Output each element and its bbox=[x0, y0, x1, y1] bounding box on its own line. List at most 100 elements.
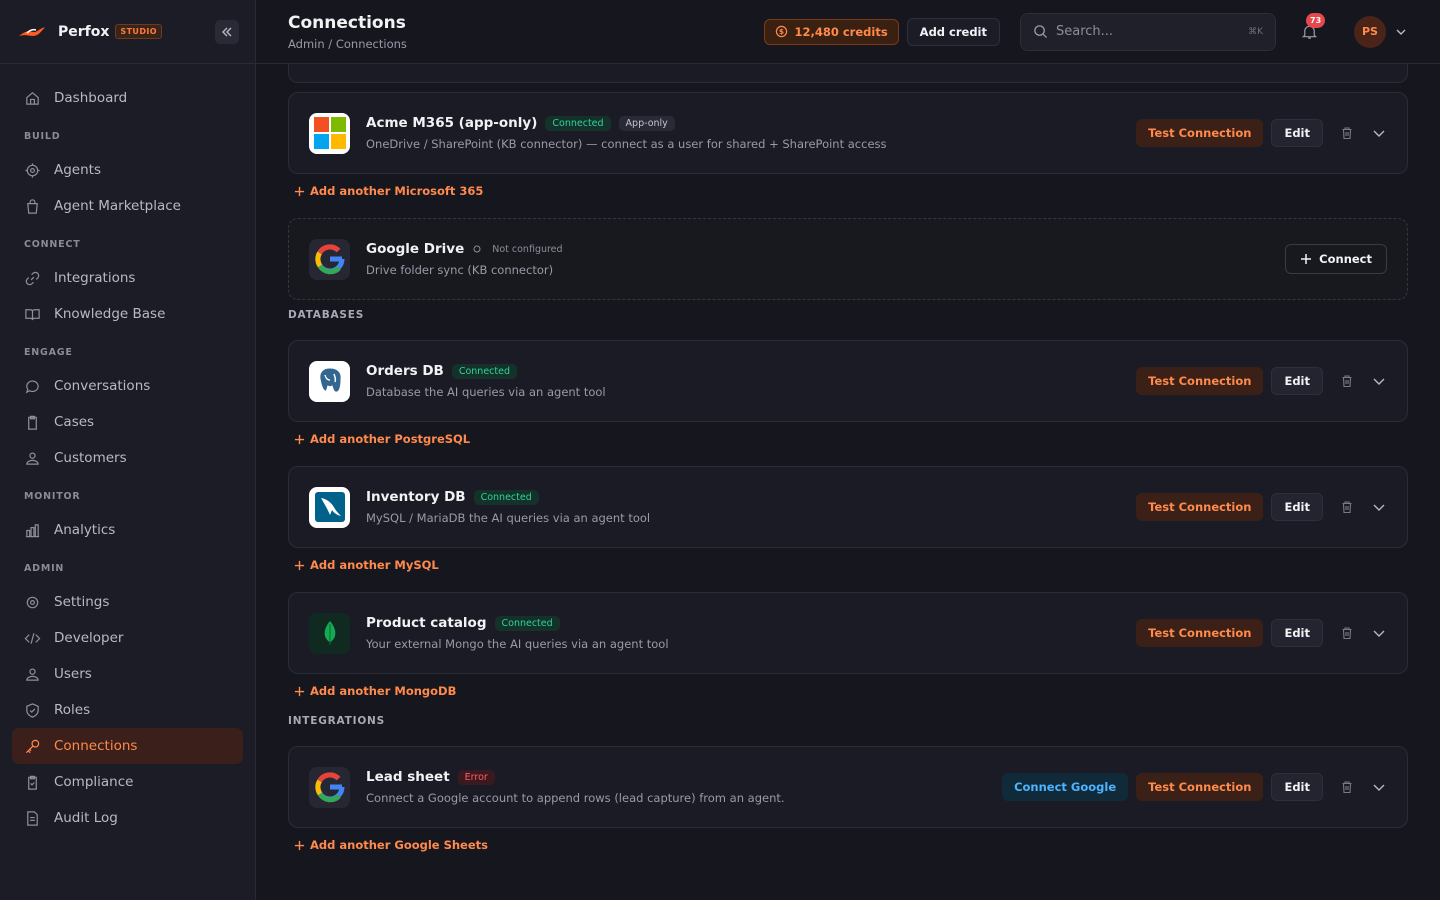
sidebar-item-cases[interactable]: Cases bbox=[12, 404, 243, 440]
user-group-icon bbox=[26, 452, 39, 465]
add-another-mongodb-link[interactable]: Add another MongoDB bbox=[294, 684, 456, 698]
trash-icon bbox=[1342, 127, 1352, 140]
mongodb-logo-icon bbox=[309, 612, 350, 654]
status-badge: Not configured bbox=[492, 243, 563, 255]
sidebar-item-dashboard[interactable]: Dashboard bbox=[12, 80, 243, 116]
search-shortcut: ⌘K bbox=[1248, 26, 1263, 37]
test-connection-button[interactable]: Test Connection bbox=[1136, 119, 1264, 147]
sidebar-item-settings[interactable]: Settings bbox=[12, 584, 243, 620]
expand-button[interactable] bbox=[1371, 499, 1387, 515]
sidebar-item-users[interactable]: Users bbox=[12, 656, 243, 692]
brand: Perfox STUDIO bbox=[0, 0, 255, 64]
connection-description: Your external Mongo the AI queries via a… bbox=[366, 637, 669, 651]
chevron-down-icon bbox=[1373, 504, 1385, 511]
sidebar-item-developer[interactable]: Developer bbox=[12, 620, 243, 656]
delete-button[interactable] bbox=[1339, 625, 1355, 641]
sidebar-item-label: Dashboard bbox=[54, 90, 128, 106]
credits-balance[interactable]: $ 12,480 credits bbox=[764, 18, 899, 45]
sidebar-item-label: Integrations bbox=[54, 270, 136, 286]
app-name: Perfox bbox=[58, 23, 110, 40]
sidebar-item-label: Users bbox=[54, 666, 92, 682]
plus-icon bbox=[294, 434, 305, 444]
delete-button[interactable] bbox=[1339, 499, 1355, 515]
test-connection-button[interactable]: Test Connection bbox=[1136, 493, 1264, 521]
microsoft-logo-icon bbox=[309, 112, 350, 154]
notifications-button[interactable]: 73 bbox=[1298, 12, 1326, 43]
auth-mode-badge: App-only bbox=[618, 115, 675, 131]
add-credit-button[interactable]: Add credit bbox=[906, 17, 1000, 46]
sidebar-item-connections[interactable]: Connections bbox=[12, 728, 243, 764]
sidebar-item-roles[interactable]: Roles bbox=[12, 692, 243, 728]
add-another-m365-link[interactable]: Add another Microsoft 365 bbox=[294, 184, 483, 198]
test-connection-button[interactable]: Test Connection bbox=[1136, 367, 1264, 395]
home-icon bbox=[26, 91, 39, 105]
search-icon bbox=[1034, 25, 1048, 39]
sidebar-item-marketplace[interactable]: Agent Marketplace bbox=[12, 188, 243, 224]
bar-chart-icon bbox=[25, 523, 40, 537]
chevron-down-icon[interactable] bbox=[1394, 25, 1408, 39]
sidebar-item-label: Agent Marketplace bbox=[54, 198, 181, 214]
delete-button[interactable] bbox=[1339, 779, 1355, 795]
expand-button[interactable] bbox=[1371, 625, 1387, 641]
sidebar-item-agents[interactable]: Agents bbox=[12, 152, 243, 188]
connection-description: Drive folder sync (KB connector) bbox=[366, 263, 554, 277]
sidebar-item-knowledge-base[interactable]: Knowledge Base bbox=[12, 296, 243, 332]
search-input[interactable] bbox=[1056, 24, 1226, 39]
connection-description: Database the AI queries via an agent too… bbox=[366, 385, 606, 399]
connection-title: Lead sheet bbox=[366, 769, 450, 785]
page-title: Connections bbox=[288, 12, 406, 33]
perfox-logo-icon bbox=[19, 26, 45, 36]
add-another-mysql-link[interactable]: Add another MySQL bbox=[294, 558, 439, 572]
plus-icon bbox=[294, 186, 305, 196]
add-link-label: Add another Microsoft 365 bbox=[310, 184, 484, 198]
status-badge: Connected bbox=[545, 115, 611, 131]
app-badge: STUDIO bbox=[115, 24, 162, 39]
status-badge: Connected bbox=[451, 363, 517, 379]
trash-icon bbox=[1342, 781, 1352, 794]
nav-section-engage: ENGAGE bbox=[24, 347, 73, 358]
add-link-label: Add another MySQL bbox=[310, 558, 439, 572]
sidebar-item-label: Developer bbox=[54, 630, 124, 646]
trash-icon bbox=[1342, 501, 1352, 514]
edit-button[interactable]: Edit bbox=[1271, 773, 1323, 801]
delete-button[interactable] bbox=[1339, 373, 1355, 389]
connection-title: Inventory DB bbox=[366, 489, 466, 505]
sidebar-item-audit-log[interactable]: Audit Log bbox=[12, 800, 243, 836]
connection-title: Product catalog bbox=[366, 615, 487, 631]
sidebar-item-label: Customers bbox=[54, 450, 127, 466]
status-badge: Error bbox=[457, 769, 495, 785]
connection-card-orders-db: Orders DB Connected Database the AI quer… bbox=[288, 340, 1408, 422]
circle-status-icon bbox=[473, 245, 481, 253]
google-logo-icon bbox=[309, 238, 350, 280]
notification-count-badge: 73 bbox=[1306, 12, 1326, 28]
sidebar-item-customers[interactable]: Customers bbox=[12, 440, 243, 476]
connect-google-button[interactable]: Connect Google bbox=[1002, 773, 1129, 801]
edit-button[interactable]: Edit bbox=[1271, 619, 1323, 647]
edit-button[interactable]: Edit bbox=[1271, 493, 1323, 521]
chevron-down-icon bbox=[1373, 378, 1385, 385]
user-avatar[interactable]: PS bbox=[1354, 15, 1386, 48]
add-another-postgresql-link[interactable]: Add another PostgreSQL bbox=[294, 432, 470, 446]
plus-icon bbox=[294, 686, 305, 696]
connection-card-inventory-db: Inventory DB Connected MySQL / MariaDB t… bbox=[288, 466, 1408, 548]
sidebar-item-integrations[interactable]: Integrations bbox=[12, 260, 243, 296]
sidebar-item-compliance[interactable]: Compliance bbox=[12, 764, 243, 800]
edit-button[interactable]: Edit bbox=[1271, 119, 1323, 147]
expand-button[interactable] bbox=[1371, 373, 1387, 389]
connect-button[interactable]: Connect bbox=[1285, 244, 1387, 274]
expand-button[interactable] bbox=[1371, 125, 1387, 141]
coin-icon: $ bbox=[776, 25, 788, 38]
clipboard-icon bbox=[28, 415, 37, 430]
test-connection-button[interactable]: Test Connection bbox=[1136, 773, 1264, 801]
edit-button[interactable]: Edit bbox=[1271, 367, 1323, 395]
add-another-google-sheets-link[interactable]: Add another Google Sheets bbox=[294, 838, 488, 852]
chevron-down-icon bbox=[1373, 630, 1385, 637]
sidebar-item-analytics[interactable]: Analytics bbox=[12, 512, 243, 548]
expand-button[interactable] bbox=[1371, 779, 1387, 795]
header-actions: $ 12,480 credits Add credit ⌘K 73 PS bbox=[764, 12, 1408, 51]
collapse-sidebar-button[interactable] bbox=[215, 19, 239, 44]
sidebar-item-conversations[interactable]: Conversations bbox=[12, 368, 243, 404]
delete-button[interactable] bbox=[1339, 125, 1355, 141]
test-connection-button[interactable]: Test Connection bbox=[1136, 619, 1264, 647]
sidebar-item-label: Analytics bbox=[54, 522, 116, 538]
